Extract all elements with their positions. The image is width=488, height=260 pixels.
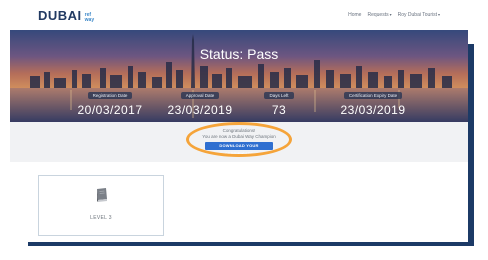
stat-label: Days Left bbox=[264, 92, 294, 99]
stat-certification-expiry: Certification Expiry Date 23/03/2019 bbox=[318, 84, 428, 117]
stat-value: 73 bbox=[271, 103, 287, 117]
logo-tagline: ref way bbox=[85, 13, 94, 23]
level-card[interactable]: LEVEL 3 bbox=[38, 175, 164, 236]
stat-label: Registration Date bbox=[87, 92, 133, 99]
highlight-circle-annotation bbox=[186, 122, 292, 157]
chevron-down-icon: ▾ bbox=[389, 12, 392, 17]
nav-requests-label: Requests bbox=[367, 12, 389, 18]
top-navigation-bar: DUBAI ref way Home Requests▾ Roy Dubai T… bbox=[10, 0, 468, 30]
nav-user-label: Roy Dubai Tourist bbox=[397, 12, 437, 18]
stat-value: 20/03/2017 bbox=[77, 103, 143, 117]
nav-user-menu[interactable]: Roy Dubai Tourist▾ bbox=[398, 12, 440, 18]
nav-requests[interactable]: Requests▾ bbox=[367, 12, 391, 18]
stat-registration-date: Registration Date 20/03/2017 bbox=[60, 84, 160, 117]
nav-home[interactable]: Home bbox=[348, 12, 361, 18]
stat-label: Certification Expiry Date bbox=[343, 92, 403, 99]
site-logo[interactable]: DUBAI ref way bbox=[38, 8, 94, 23]
status-hero-banner: Status: Pass Registration Date 20/03/201… bbox=[10, 30, 468, 122]
chevron-down-icon: ▾ bbox=[437, 12, 440, 17]
logo-tagline-line2: way bbox=[84, 17, 95, 23]
logo-wordmark: DUBAI bbox=[38, 8, 82, 23]
stat-value: 23/03/2019 bbox=[167, 103, 233, 117]
book-icon bbox=[97, 188, 107, 202]
nav-home-label: Home bbox=[348, 12, 362, 18]
stat-approval-date: Approval Date 23/03/2019 bbox=[150, 84, 250, 117]
status-title: Status: Pass bbox=[199, 46, 279, 62]
stat-days-left: Days Left 73 bbox=[244, 84, 314, 117]
level-label: LEVEL 3 bbox=[90, 215, 112, 221]
stat-label: Approval Date bbox=[180, 92, 220, 99]
stat-value: 23/03/2019 bbox=[340, 103, 406, 117]
main-nav: Home Requests▾ Roy Dubai Tourist▾ bbox=[348, 12, 440, 18]
browser-page: DUBAI ref way Home Requests▾ Roy Dubai T… bbox=[10, 0, 468, 242]
